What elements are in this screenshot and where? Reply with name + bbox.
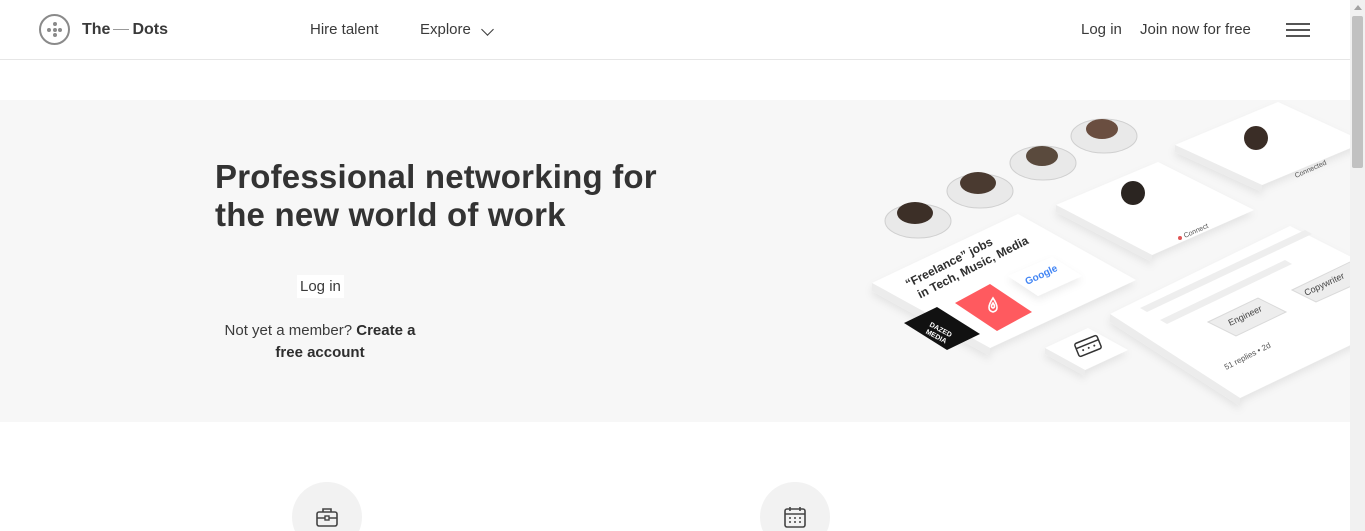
signup-prompt-text: Not yet a member? xyxy=(224,322,353,339)
scroll-thumb[interactable] xyxy=(1352,16,1363,168)
scroll-up-arrow-icon[interactable] xyxy=(1354,5,1362,10)
top-nav: The Dots Hire talent Explore Log in Join … xyxy=(0,0,1350,60)
header-login-link[interactable]: Log in xyxy=(1081,21,1122,38)
logo[interactable]: The Dots xyxy=(39,14,168,45)
nav-explore[interactable]: Explore xyxy=(420,21,471,38)
hero-section: Connected Connect “Freelance” jobs in Te… xyxy=(0,100,1350,422)
feature-events-badge xyxy=(760,482,830,531)
join-now-link[interactable]: Join now for free xyxy=(1140,21,1251,38)
connect-dot-icon xyxy=(1178,236,1182,240)
chevron-down-icon[interactable] xyxy=(481,23,494,36)
calendar-icon xyxy=(784,507,806,528)
logo-wordmark: The Dots xyxy=(82,20,169,38)
hero-title: Professional networking for the new worl… xyxy=(215,158,657,233)
page-scrollbar[interactable] xyxy=(1350,0,1365,531)
profile-card-connect xyxy=(1056,162,1254,262)
avatar xyxy=(1121,181,1145,205)
logo-dots-icon xyxy=(39,14,70,45)
feature-jobs-badge xyxy=(292,482,362,531)
nav-hire-talent[interactable]: Hire talent xyxy=(310,21,378,38)
calendar-tile xyxy=(1045,328,1128,376)
hero-illustration: Connected Connect “Freelance” jobs in Te… xyxy=(872,102,1350,406)
hero-login-link[interactable]: Log in xyxy=(297,275,344,298)
briefcase-icon xyxy=(316,508,338,527)
hamburger-menu-icon[interactable] xyxy=(1286,22,1310,38)
avatar xyxy=(1244,126,1268,150)
signup-prompt: Not yet a member? Create a free account xyxy=(220,320,420,364)
